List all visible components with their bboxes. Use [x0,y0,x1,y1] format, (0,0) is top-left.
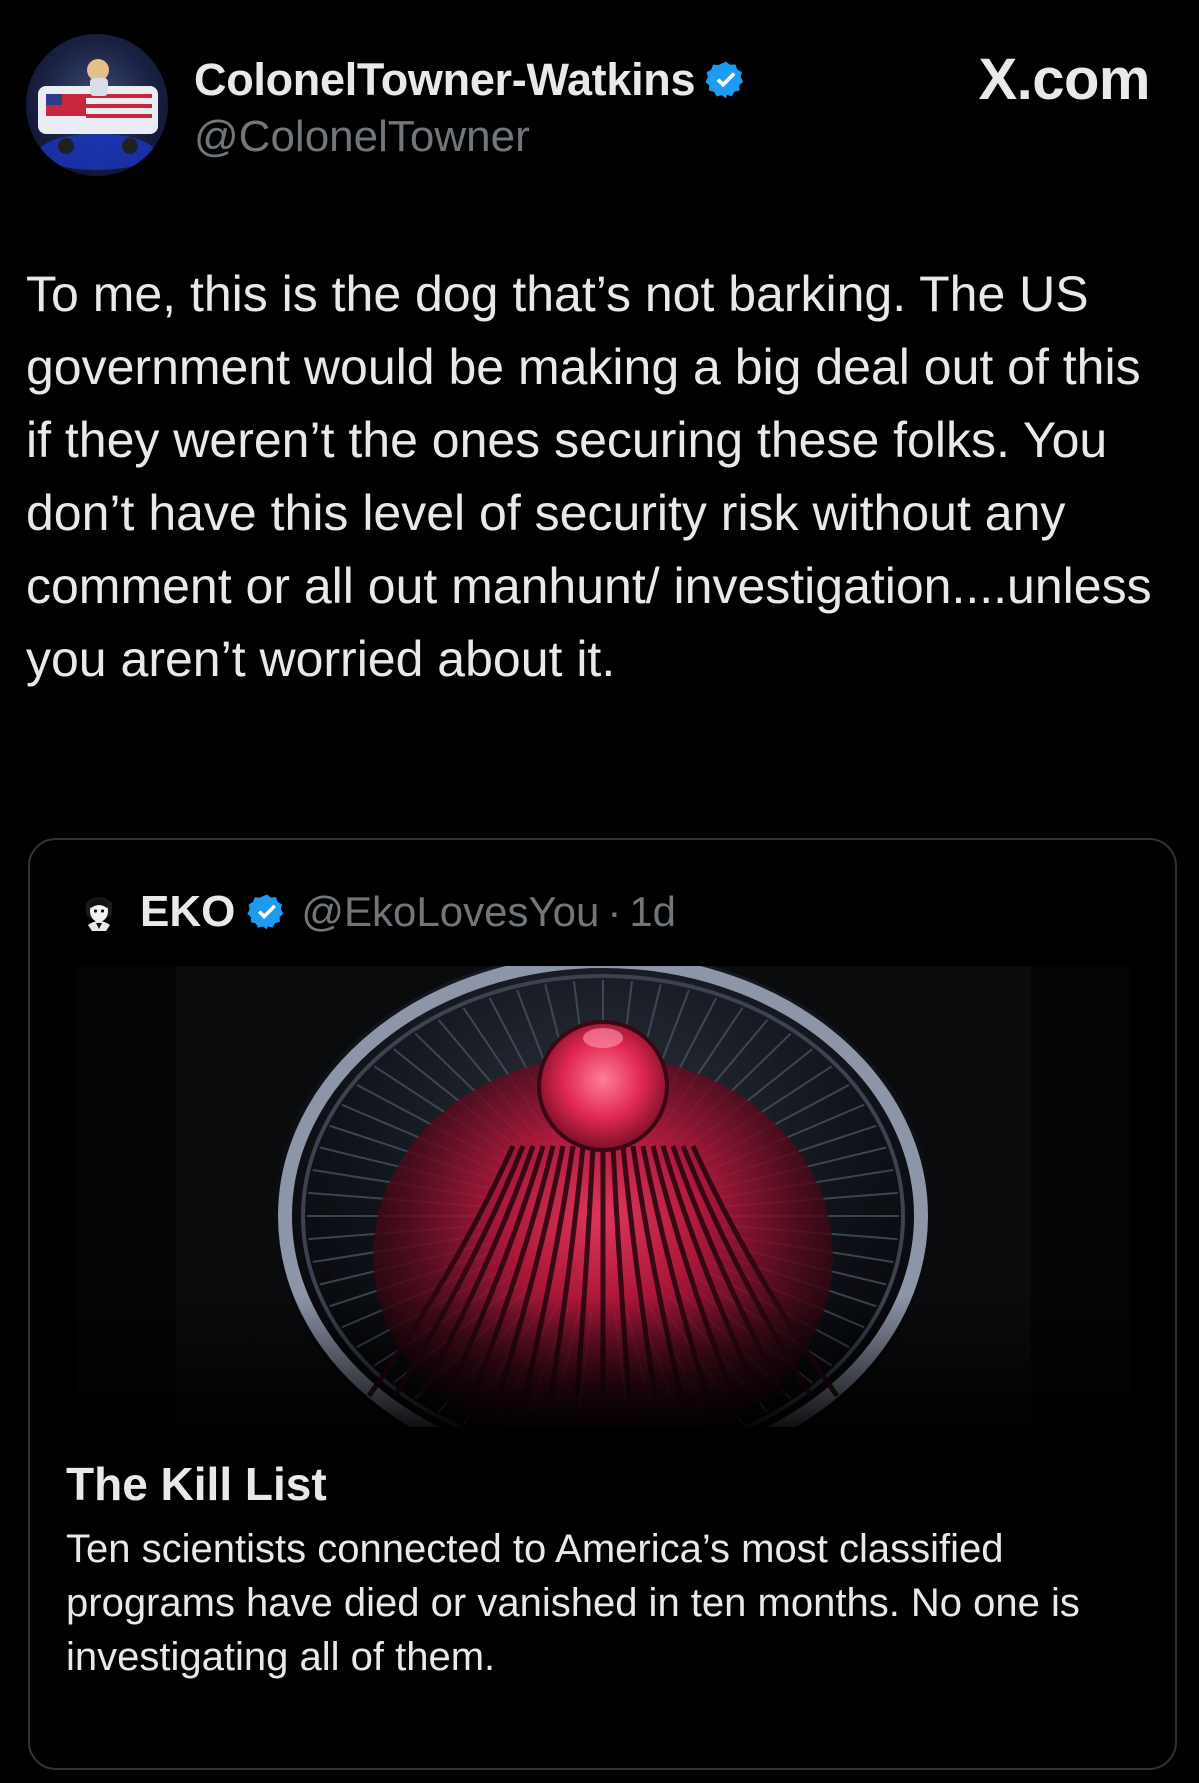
avatar-image [26,34,168,176]
article-title[interactable]: The Kill List [66,1457,327,1511]
verified-badge-icon [705,61,744,99]
quoted-author-name[interactable]: EKO [140,887,235,937]
quoted-post-card[interactable]: EKO @EkoLovesYou · 1d The Kill List Ten … [28,838,1177,1770]
post-text: To me, this is the dog that’s not barkin… [26,266,1166,687]
hero-illustration [76,966,1131,1427]
article-description: Ten scientists connected to America’s mo… [66,1527,1080,1679]
quoted-post-timestamp[interactable]: 1d [629,888,676,936]
quoted-avatar-image [76,889,122,935]
quoted-author-handle[interactable]: @EkoLovesYou [301,888,599,936]
author-handle[interactable]: @ColonelTowner [194,112,530,162]
author-avatar[interactable] [26,34,168,176]
quoted-verified-badge-icon [247,894,284,930]
timestamp-separator: · [607,888,622,935]
post-header: ColonelTowner-Watkins @ColonelTowner X.c… [26,34,1176,184]
tweet-screenshot: ColonelTowner-Watkins @ColonelTowner X.c… [0,0,1199,1783]
article-hero-image[interactable] [76,966,1131,1427]
author-display-name[interactable]: ColonelTowner-Watkins [194,54,696,106]
quoted-author-avatar[interactable] [76,889,122,935]
quoted-post-header: EKO @EkoLovesYou · 1d [76,882,676,942]
brand-watermark: X.com [978,47,1150,112]
author-name-row: ColonelTowner-Watkins [194,50,747,110]
